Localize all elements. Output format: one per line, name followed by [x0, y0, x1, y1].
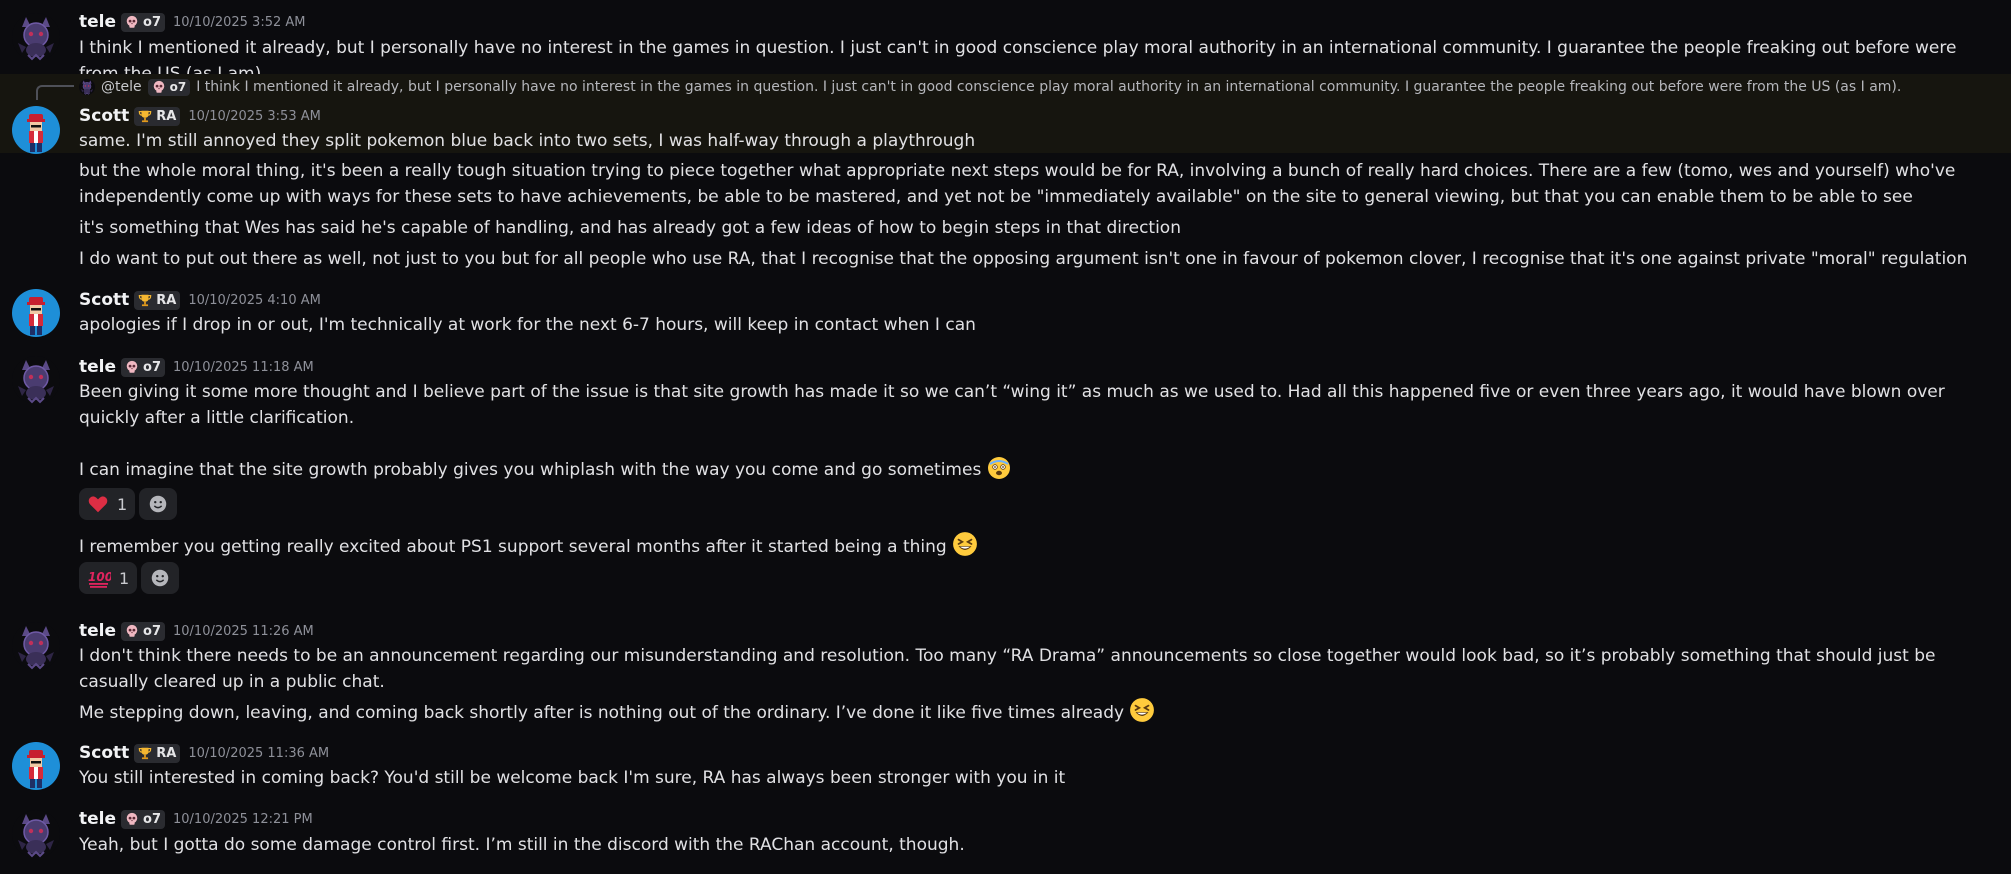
reply-reference[interactable]: @tele o7 I think I mentioned it already,… — [79, 76, 1901, 98]
username[interactable]: tele — [79, 357, 116, 377]
skull-icon — [125, 15, 139, 29]
avatar-scott[interactable] — [12, 742, 60, 790]
message-text: it's something that Wes has said he's ca… — [79, 218, 1181, 238]
timestamp: 10/10/2025 12:21 PM — [173, 811, 313, 827]
avatar-scott[interactable] — [12, 289, 60, 337]
reaction-count: 1 — [117, 494, 128, 514]
message-text: I do want to put out there as well, not … — [79, 249, 1968, 269]
message-text: You still interested in coming back? You… — [79, 768, 1066, 788]
skull-icon — [125, 624, 139, 638]
demon-avatar-icon — [12, 810, 60, 858]
username[interactable]: Scott — [79, 106, 129, 126]
user-tag-label: o7 — [143, 14, 161, 30]
skull-icon — [152, 80, 166, 94]
user-tag-label: RA — [156, 108, 177, 124]
message-text-content: Me stepping down, leaving, and coming ba… — [79, 703, 1125, 723]
reaction-hundred[interactable]: 1 — [79, 562, 138, 594]
message-header: Scott RA 10/10/2025 11:36 AM — [79, 741, 329, 765]
user-tag-label: RA — [156, 745, 177, 761]
user-tag[interactable]: RA — [134, 743, 181, 763]
message-text-content: I remember you getting really excited ab… — [79, 537, 947, 557]
message-header: Scott RA 10/10/2025 3:53 AM — [79, 104, 321, 128]
chat-log: tele o7 10/10/2025 3:52 AM I think I men… — [0, 0, 2011, 874]
add-reaction-icon — [149, 567, 171, 589]
message-header: tele o7 10/10/2025 3:52 AM — [79, 10, 306, 34]
message-text: I can imagine that the site growth proba… — [79, 456, 1999, 483]
avatar-tele[interactable] — [12, 810, 60, 858]
message-text: apologies if I drop in or out, I'm techn… — [79, 315, 976, 335]
reply-spine — [36, 85, 74, 100]
message-text: Been giving it some more thought and I b… — [79, 382, 1945, 428]
avatar-tele[interactable] — [12, 356, 60, 404]
pixel-trainer-avatar-icon — [12, 106, 60, 154]
demon-avatar-icon — [79, 79, 95, 95]
user-tag-label: o7 — [143, 811, 161, 827]
user-tag[interactable]: RA — [134, 290, 181, 310]
message-header: Scott RA 10/10/2025 4:10 AM — [79, 288, 321, 312]
trophy-icon — [138, 109, 152, 123]
message-text: Me stepping down, leaving, and coming ba… — [79, 697, 1999, 726]
hundred-points-icon — [87, 566, 111, 590]
timestamp: 10/10/2025 4:10 AM — [188, 292, 321, 308]
user-tag-label: RA — [156, 292, 177, 308]
skull-icon — [125, 812, 139, 826]
red-heart-icon — [87, 493, 109, 515]
reaction-bar: 1 — [79, 562, 180, 594]
user-tag-label: o7 — [143, 623, 161, 639]
add-reaction-button[interactable] — [141, 562, 180, 594]
reply-avatar — [79, 79, 95, 95]
reply-user-tag-label: o7 — [169, 80, 187, 94]
pixel-trainer-avatar-icon — [12, 289, 60, 337]
message-header: tele o7 10/10/2025 11:26 AM — [79, 619, 314, 643]
trophy-icon — [138, 293, 152, 307]
user-tag[interactable]: o7 — [121, 809, 165, 829]
username[interactable]: Scott — [79, 290, 129, 310]
trophy-icon — [138, 746, 152, 760]
reaction-heart[interactable]: 1 — [79, 488, 136, 520]
user-tag[interactable]: o7 — [121, 12, 165, 32]
message-header: tele o7 10/10/2025 11:18 AM — [79, 355, 314, 379]
timestamp: 10/10/2025 11:18 AM — [173, 359, 314, 375]
timestamp: 10/10/2025 3:52 AM — [173, 14, 306, 30]
reaction-count: 1 — [119, 568, 130, 588]
reaction-bar: 1 — [79, 488, 178, 520]
user-tag[interactable]: o7 — [121, 357, 165, 377]
demon-avatar-icon — [12, 622, 60, 670]
message-text-content: I can imagine that the site growth proba… — [79, 460, 982, 480]
user-tag-label: o7 — [143, 359, 161, 375]
reply-preview-text: I think I mentioned it already, but I pe… — [196, 79, 1902, 95]
message-text: I don't think there needs to be an annou… — [79, 646, 1936, 692]
message-text: same. I'm still annoyed they split pokem… — [79, 131, 976, 151]
reply-user-tag: o7 — [147, 78, 191, 96]
username[interactable]: tele — [79, 621, 116, 641]
avatar-tele[interactable] — [12, 13, 60, 61]
user-tag[interactable]: RA — [134, 106, 181, 126]
message-header: tele o7 10/10/2025 12:21 PM — [79, 807, 313, 831]
username[interactable]: tele — [79, 12, 116, 32]
timestamp: 10/10/2025 3:53 AM — [188, 108, 321, 124]
timestamp: 10/10/2025 11:36 AM — [188, 745, 330, 761]
avatar-tele[interactable] — [12, 622, 60, 670]
avatar-scott[interactable] — [12, 106, 60, 154]
demon-avatar-icon — [12, 356, 60, 404]
grinning-squinting-emoji-icon — [1129, 697, 1155, 723]
message-text: but the whole moral thing, it's been a r… — [79, 161, 1956, 207]
pixel-trainer-avatar-icon — [12, 742, 60, 790]
message-text: Yeah, but I gotta do some damage control… — [79, 835, 965, 855]
dizzy-face-emoji-icon — [987, 456, 1011, 480]
reply-username[interactable]: @tele — [101, 79, 142, 95]
grinning-squinting-emoji-icon — [952, 531, 978, 557]
add-reaction-button[interactable] — [139, 488, 178, 520]
username[interactable]: tele — [79, 809, 116, 829]
timestamp: 10/10/2025 11:26 AM — [173, 623, 314, 639]
user-tag[interactable]: o7 — [121, 621, 165, 641]
demon-avatar-icon — [12, 13, 60, 61]
add-reaction-icon — [147, 493, 169, 515]
message-text: I remember you getting really excited ab… — [79, 531, 1999, 560]
skull-icon — [125, 360, 139, 374]
username[interactable]: Scott — [79, 743, 129, 763]
